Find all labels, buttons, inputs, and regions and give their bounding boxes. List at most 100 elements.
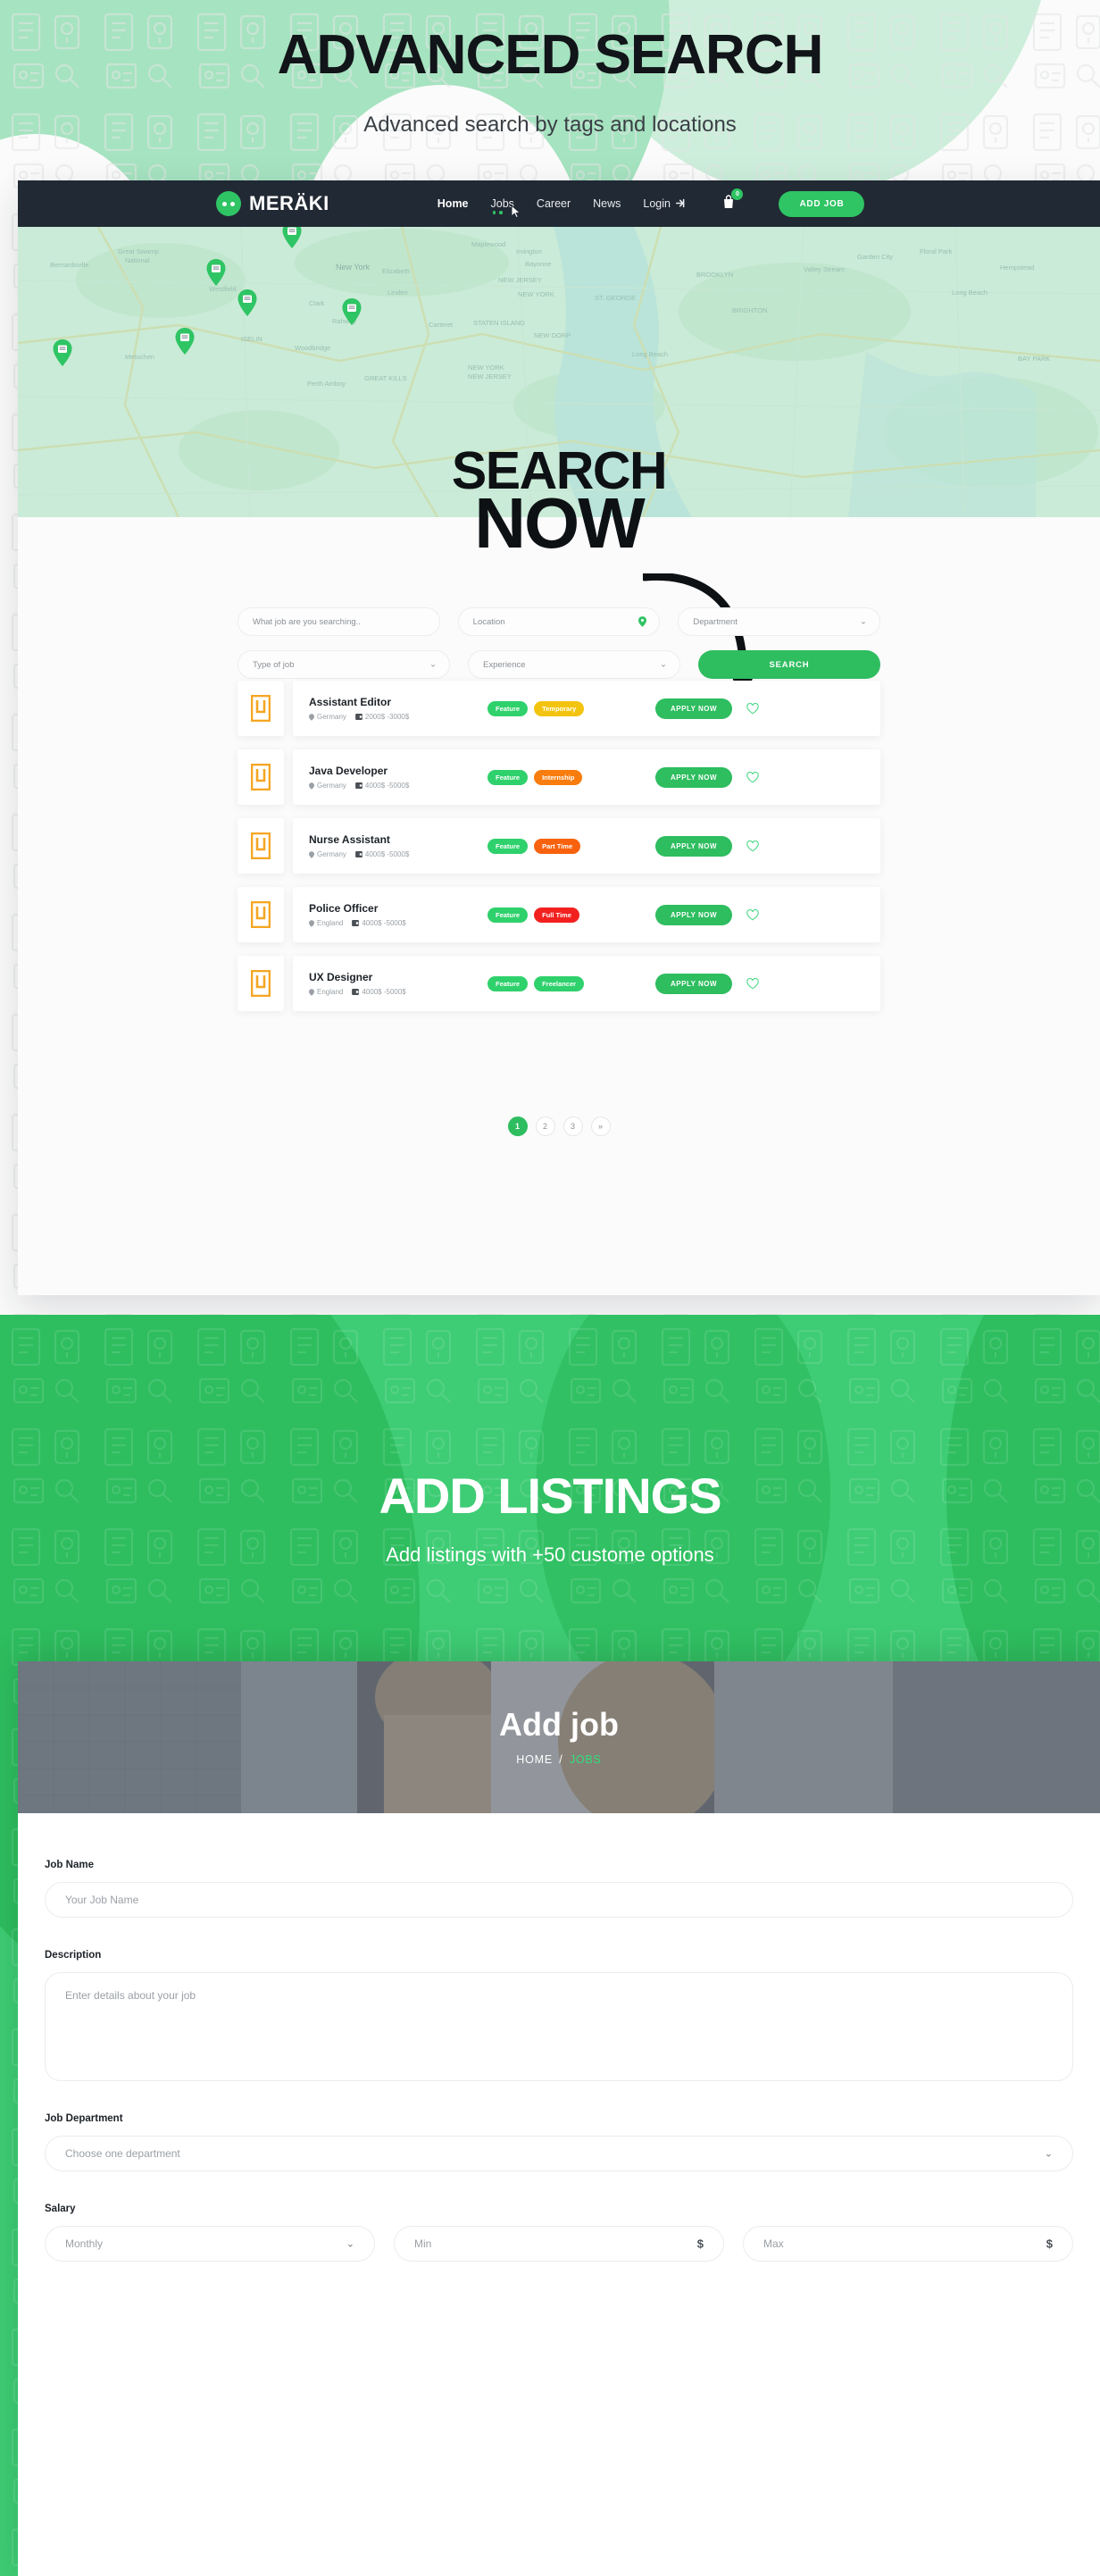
login-arrow-icon [676, 198, 685, 208]
description-placeholder: Enter details about your job [65, 1989, 196, 2002]
map-pin-icon[interactable] [53, 339, 72, 366]
job-tags: Feature Full Time [488, 907, 655, 923]
page-title: ADVANCED SEARCH [277, 24, 824, 86]
job-title: Nurse Assistant [309, 833, 390, 846]
location-pin-icon [309, 782, 314, 790]
description-textarea[interactable]: Enter details about your job [45, 1972, 1073, 2081]
job-list-item[interactable]: Nurse Assistant Germany 4000$ -5000$ Fea… [238, 818, 880, 874]
brand-logo[interactable]: MERÄKI [216, 191, 329, 216]
job-info: Assistant Editor Germany 2000$ -3000$ [309, 696, 488, 721]
wallet-icon [355, 782, 362, 789]
job-meta: England 4000$ -5000$ [309, 919, 488, 927]
favorite-heart-icon[interactable] [746, 840, 759, 852]
pagination-next[interactable]: » [590, 1117, 611, 1136]
map-green-veil [18, 227, 1100, 517]
map-pin-icon[interactable] [175, 328, 195, 355]
favorite-heart-icon[interactable] [746, 908, 759, 921]
job-info: Nurse Assistant Germany 4000$ -5000$ [309, 833, 488, 858]
brand-name: MERÄKI [249, 192, 329, 214]
job-name-label: Job Name [45, 1860, 94, 1870]
chevron-down-icon: ⌄ [660, 659, 667, 670]
favorite-heart-icon[interactable] [746, 702, 759, 715]
chevron-down-icon: ⌄ [860, 616, 868, 627]
section-subtitle: Add listings with +50 custome options [386, 1543, 714, 1566]
nav-item-career[interactable]: Career [537, 197, 571, 210]
wallet-icon [355, 714, 362, 720]
search-department-select[interactable]: Department ⌄ [678, 607, 881, 636]
search-jobtype-select[interactable]: Type of job ⌄ [238, 650, 450, 679]
apply-now-button[interactable]: APPLY NOW [655, 698, 733, 719]
pagination-page-3[interactable]: 3 [562, 1117, 583, 1136]
job-info: Police Officer England 4000$ -5000$ [309, 902, 488, 927]
search-keyword-input[interactable]: What job are you searching.. [238, 607, 440, 636]
location-pin-icon [309, 919, 314, 927]
apply-now-button[interactable]: APPLY NOW [655, 766, 733, 788]
job-meta: Germany 4000$ -5000$ [309, 850, 488, 858]
map-panel[interactable]: Bernardsville Great Swamp National Westf… [18, 227, 1100, 517]
pagination: 1 2 3 » [18, 1117, 1100, 1136]
job-tag: Feature [488, 838, 529, 854]
department-select[interactable]: Choose one department ⌄ [45, 2136, 1073, 2171]
search-department-placeholder: Department [693, 616, 738, 627]
job-title: Police Officer [309, 902, 379, 915]
map-pin-icon[interactable] [206, 259, 226, 286]
search-experience-select[interactable]: Experience ⌄ [468, 650, 680, 679]
location-pin-icon [309, 713, 314, 721]
apply-now-button[interactable]: APPLY NOW [655, 904, 733, 925]
add-listings-section: ADD LISTINGS Add listings with +50 custo… [0, 1315, 1100, 2576]
job-list-item[interactable]: Police Officer England 4000$ -5000$ Feat… [238, 887, 880, 942]
map-pin-icon[interactable] [282, 227, 302, 248]
search-location-input[interactable]: Location [457, 607, 661, 636]
nav-item-jobs[interactable]: Jobs [491, 197, 521, 219]
job-tags: Feature Freelancer [488, 975, 655, 991]
chevron-down-icon: ⌄ [429, 659, 437, 670]
job-location: Germany [309, 782, 346, 790]
nav-item-home[interactable]: Home [438, 197, 469, 210]
favorite-heart-icon[interactable] [746, 771, 759, 783]
pagination-page-2[interactable]: 2 [535, 1117, 555, 1136]
job-location: Germany [309, 713, 346, 721]
map-pin-icon[interactable] [238, 289, 257, 316]
salary-period-select[interactable]: Monthly ⌄ [45, 2226, 375, 2262]
nav-active-dots-icon [492, 211, 503, 214]
add-job-button[interactable]: ADD JOB [779, 190, 865, 217]
page-root: ADVANCED SEARCH Advanced search by tags … [0, 0, 1100, 2576]
search-submit-button[interactable]: SEARCH [698, 650, 880, 679]
job-tag: Temporary [534, 700, 585, 716]
job-location: England [309, 988, 343, 996]
wallet-icon [352, 920, 360, 926]
job-list-item[interactable]: UX Designer England 4000$ -5000$ Feature… [238, 956, 880, 1011]
cart-button[interactable]: 0 [722, 188, 744, 213]
company-logo-icon [251, 901, 271, 928]
company-logo [238, 749, 284, 805]
job-tag: Internship [534, 769, 583, 785]
job-list-item[interactable]: Java Developer Germany 4000$ -5000$ Feat… [238, 749, 880, 805]
favorite-heart-icon[interactable] [746, 977, 759, 990]
pagination-page-1[interactable]: 1 [507, 1117, 528, 1136]
job-tag: Feature [488, 907, 529, 923]
apply-now-button[interactable]: APPLY NOW [655, 835, 733, 857]
job-salary: 4000$ -5000$ [352, 988, 406, 996]
nav-item-login[interactable]: Login [643, 197, 686, 210]
breadcrumb-separator: / [559, 1753, 563, 1766]
company-logo [238, 887, 284, 942]
field-group-job-name: Job Name Your Job Name [45, 1860, 1073, 1918]
breadcrumb: HOME / JOBS [18, 1753, 1100, 1766]
nav-item-news[interactable]: News [593, 197, 621, 210]
breadcrumb-home[interactable]: HOME [516, 1753, 553, 1766]
job-name-placeholder: Your Job Name [65, 1894, 139, 1906]
salary-min-input[interactable]: Min $ [394, 2226, 724, 2262]
job-card-body: Police Officer England 4000$ -5000$ Feat… [293, 887, 880, 942]
location-pin-icon [638, 616, 647, 627]
salary-max-input[interactable]: Max $ [743, 2226, 1073, 2262]
map-pin-icon[interactable] [342, 298, 362, 325]
wallet-icon [355, 851, 362, 857]
salary-max-placeholder: Max [763, 2237, 784, 2250]
job-name-input[interactable]: Your Job Name [45, 1882, 1073, 1918]
chevron-down-icon: ⌄ [346, 2238, 354, 2250]
currency-icon: $ [1046, 2237, 1053, 2251]
apply-now-button[interactable]: APPLY NOW [655, 973, 733, 994]
job-list-item[interactable]: Assistant Editor Germany 2000$ -3000$ Fe… [238, 681, 880, 736]
job-tag: Part Time [534, 838, 581, 854]
company-logo-icon [251, 832, 271, 859]
